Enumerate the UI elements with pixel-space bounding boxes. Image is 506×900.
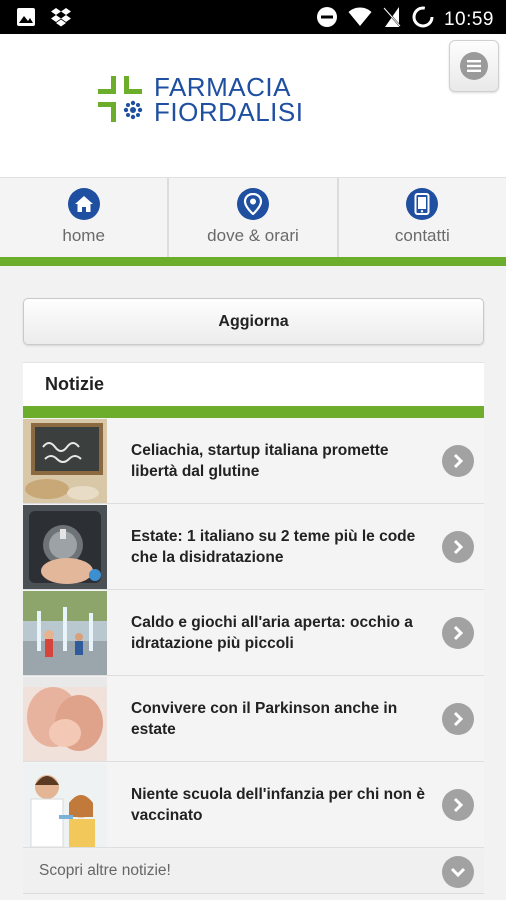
- news-thumbnail: [23, 591, 107, 675]
- news-item-title: Estate: 1 italiano su 2 teme più le code…: [131, 528, 416, 566]
- news-thumbnail: [23, 763, 107, 847]
- chevron-right-icon[interactable]: [442, 703, 474, 735]
- battery-icon: [412, 6, 434, 33]
- no-sim-icon: [382, 6, 402, 33]
- news-list: Celiachia, startup italiana promette lib…: [23, 418, 484, 848]
- nav-divider: [0, 257, 506, 266]
- hamburger-menu-button[interactable]: [449, 40, 499, 92]
- news-section-header: Notizie: [23, 362, 484, 406]
- nav-item-location[interactable]: dove & orari: [169, 178, 339, 257]
- pharmacy-logo[interactable]: FARMACIA FIORDALISI: [98, 74, 303, 126]
- phone-icon: [406, 188, 439, 220]
- news-divider: [23, 406, 484, 418]
- more-news-label: Scopri altre notizie!: [39, 862, 171, 879]
- news-item-title: Celiachia, startup italiana promette lib…: [131, 442, 389, 480]
- news-thumbnail: [23, 419, 107, 503]
- update-button[interactable]: Aggiorna: [23, 298, 484, 345]
- news-thumbnail: [23, 505, 107, 589]
- nav-item-contacts[interactable]: contatti: [338, 178, 506, 257]
- news-item-title: Caldo e giochi all'aria aperta: occhio a…: [131, 614, 413, 652]
- news-item[interactable]: Niente scuola dell'infanzia per chi non …: [23, 762, 484, 848]
- image-icon: [16, 7, 36, 32]
- news-item[interactable]: Estate: 1 italiano su 2 teme più le code…: [23, 504, 484, 590]
- location-pin-icon: [236, 188, 269, 220]
- do-not-disturb-icon: [316, 6, 338, 33]
- nav-label-location: dove & orari: [207, 226, 299, 245]
- chevron-right-icon[interactable]: [442, 531, 474, 563]
- news-item[interactable]: Celiachia, startup italiana promette lib…: [23, 418, 484, 504]
- more-news-button[interactable]: Scopri altre notizie!: [23, 849, 484, 894]
- dropbox-icon: [50, 7, 72, 32]
- wifi-icon: [348, 7, 372, 32]
- nav-item-home[interactable]: home: [0, 178, 170, 257]
- news-thumbnail: [23, 677, 107, 761]
- status-time: 10:59: [443, 8, 494, 30]
- chevron-right-icon[interactable]: [442, 617, 474, 649]
- home-icon: [67, 188, 100, 220]
- hamburger-menu-icon: [460, 52, 488, 80]
- nav-label-contacts: contatti: [394, 226, 450, 245]
- news-section-title: Notizie: [45, 374, 105, 394]
- news-item-title: Convivere con il Parkinson anche in esta…: [131, 700, 398, 738]
- app-header: FARMACIA FIORDALISI: [0, 34, 506, 177]
- chevron-right-icon[interactable]: [442, 789, 474, 821]
- chevron-right-icon[interactable]: [442, 445, 474, 477]
- status-bar: 10:59: [0, 0, 506, 34]
- news-item[interactable]: Convivere con il Parkinson anche in esta…: [23, 676, 484, 762]
- pharmacy-cross-icon: [98, 76, 143, 122]
- news-item[interactable]: Caldo e giochi all'aria aperta: occhio a…: [23, 590, 484, 676]
- logo-line-2: FIORDALISI: [154, 97, 304, 127]
- chevron-down-icon[interactable]: [442, 856, 474, 888]
- nav-label-home: home: [62, 226, 105, 245]
- main-nav: home dove & orari contatti: [0, 177, 506, 257]
- news-item-title: Niente scuola dell'infanzia per chi non …: [131, 786, 425, 824]
